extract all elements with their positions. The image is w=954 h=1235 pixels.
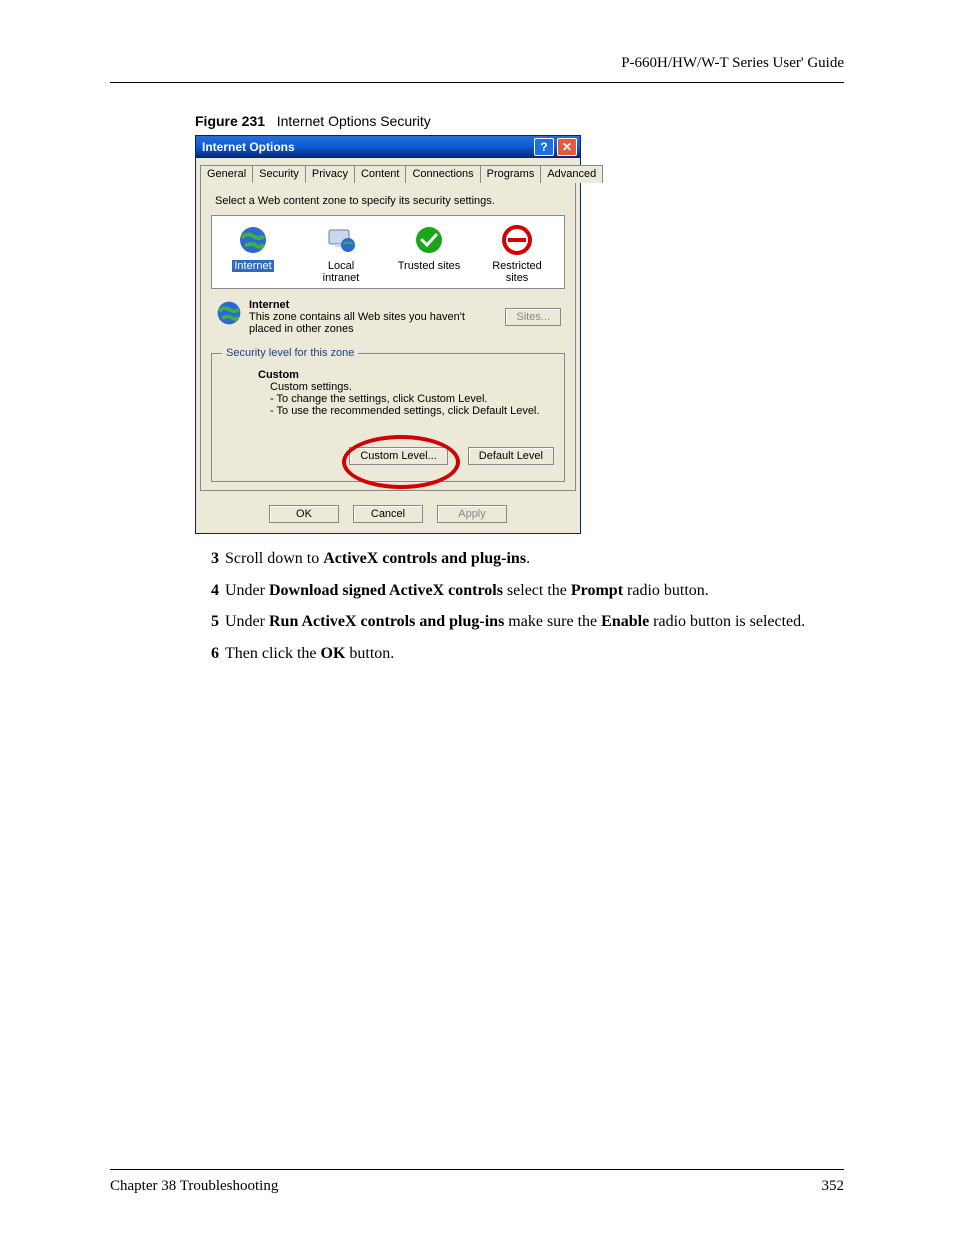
security-level-line1: - To change the settings, click Custom L… xyxy=(270,393,554,405)
step-text: select the xyxy=(503,582,571,599)
step-text: Under xyxy=(225,582,269,599)
footer-rule xyxy=(110,1169,844,1170)
step-bold: OK xyxy=(321,645,346,662)
header-rule xyxy=(110,82,844,83)
close-button[interactable]: ✕ xyxy=(557,138,577,156)
step-text: . xyxy=(526,550,530,567)
step-bold: Prompt xyxy=(571,582,623,599)
security-level-group: Security level for this zone Custom Cust… xyxy=(211,347,565,482)
header-guide-title: P-660H/HW/W-T Series User' Guide xyxy=(110,55,844,72)
instruction-steps: 3 Scroll down to ActiveX controls and pl… xyxy=(195,548,844,674)
tab-general[interactable]: General xyxy=(200,165,253,183)
monitor-globe-icon xyxy=(325,224,357,256)
step-text: button. xyxy=(345,645,394,662)
step-text: Under xyxy=(225,613,269,630)
dialog-title: Internet Options xyxy=(202,140,295,154)
step-text: Scroll down to xyxy=(225,550,323,567)
zone-description: Internet This zone contains all Web site… xyxy=(215,299,561,335)
step-text: make sure the xyxy=(504,613,601,630)
step-item: 3 Scroll down to ActiveX controls and pl… xyxy=(195,548,844,570)
step-bold: Download signed ActiveX controls xyxy=(269,582,503,599)
tab-advanced[interactable]: Advanced xyxy=(540,165,603,183)
zone-label: Internet xyxy=(232,260,273,272)
default-level-button[interactable]: Default Level xyxy=(468,447,554,465)
tab-strip: General Security Privacy Content Connect… xyxy=(196,158,580,182)
security-level-sub: Custom settings. xyxy=(270,381,554,393)
step-text: radio button is selected. xyxy=(649,613,805,630)
zone-local-intranet[interactable]: Local intranet xyxy=(306,224,376,284)
step-number: 4 xyxy=(195,580,219,602)
cancel-button[interactable]: Cancel xyxy=(353,505,423,523)
dialog-buttons: OK Cancel Apply xyxy=(196,495,580,533)
zone-desc-text: This zone contains all Web sites you hav… xyxy=(249,311,499,335)
step-number: 5 xyxy=(195,611,219,633)
sites-button[interactable]: Sites... xyxy=(505,308,561,326)
zone-label: Local intranet xyxy=(306,260,376,284)
zone-desc-heading: Internet xyxy=(249,299,499,311)
globe-icon xyxy=(215,299,243,327)
check-circle-icon xyxy=(413,224,445,256)
dialog-titlebar: Internet Options ? ✕ xyxy=(196,136,580,158)
step-bold: Enable xyxy=(601,613,649,630)
tab-body: Select a Web content zone to specify its… xyxy=(200,182,576,491)
tab-privacy[interactable]: Privacy xyxy=(305,165,355,183)
zone-internet[interactable]: Internet xyxy=(218,224,288,284)
security-level-heading: Custom xyxy=(258,369,554,381)
security-level-legend: Security level for this zone xyxy=(222,347,358,359)
globe-icon xyxy=(237,224,269,256)
internet-options-dialog: Internet Options ? ✕ General Security Pr… xyxy=(195,135,581,534)
step-item: 6 Then click the OK button. xyxy=(195,643,844,665)
zone-trusted-sites[interactable]: Trusted sites xyxy=(394,224,464,284)
zone-restricted-sites[interactable]: Restricted sites xyxy=(482,224,552,284)
step-bold: Run ActiveX controls and plug-ins xyxy=(269,613,504,630)
step-bold: ActiveX controls and plug-ins xyxy=(323,550,526,567)
figure-number: Figure 231 xyxy=(195,113,265,129)
step-item: 4 Under Download signed ActiveX controls… xyxy=(195,580,844,602)
custom-level-button[interactable]: Custom Level... xyxy=(349,447,447,465)
step-item: 5 Under Run ActiveX controls and plug-in… xyxy=(195,611,844,633)
tab-connections[interactable]: Connections xyxy=(405,165,480,183)
footer-page-number: 352 xyxy=(822,1178,845,1195)
zone-prompt: Select a Web content zone to specify its… xyxy=(215,195,565,207)
step-text: radio button. xyxy=(623,582,709,599)
ok-button[interactable]: OK xyxy=(269,505,339,523)
footer-chapter: Chapter 38 Troubleshooting xyxy=(110,1178,278,1195)
no-entry-icon xyxy=(501,224,533,256)
step-number: 6 xyxy=(195,643,219,665)
page-footer: Chapter 38 Troubleshooting 352 xyxy=(110,1169,844,1195)
tab-content[interactable]: Content xyxy=(354,165,407,183)
zones-listbox: Internet Local intranet xyxy=(211,215,565,289)
tab-programs[interactable]: Programs xyxy=(480,165,542,183)
help-button[interactable]: ? xyxy=(534,138,554,156)
security-level-line2: - To use the recommended settings, click… xyxy=(270,405,554,417)
zone-label: Trusted sites xyxy=(396,260,463,272)
apply-button[interactable]: Apply xyxy=(437,505,507,523)
figure-title: Internet Options Security xyxy=(277,113,431,129)
figure-caption: Figure 231 Internet Options Security xyxy=(195,113,844,129)
step-number: 3 xyxy=(195,548,219,570)
zone-label: Restricted sites xyxy=(482,260,552,284)
step-text: Then click the xyxy=(225,645,321,662)
tab-security[interactable]: Security xyxy=(252,165,306,183)
